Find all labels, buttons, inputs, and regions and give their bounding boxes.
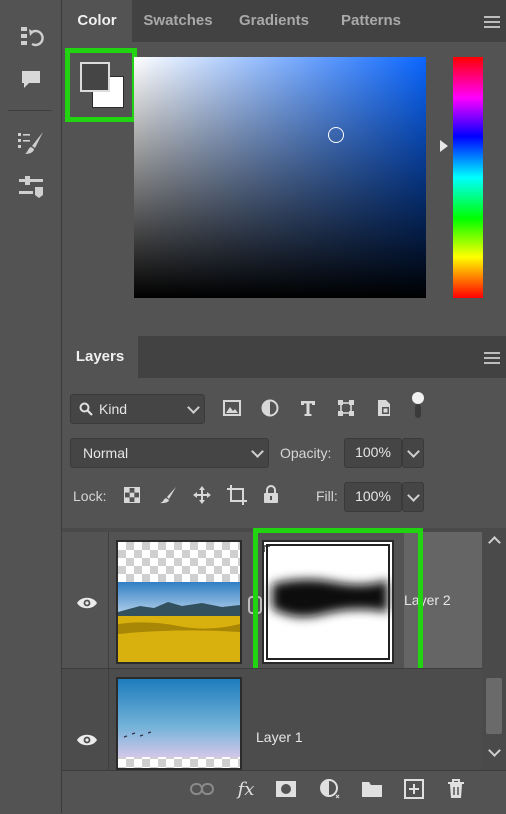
filter-pixel-layer-icon[interactable] bbox=[222, 398, 242, 418]
tool-separator bbox=[8, 110, 52, 111]
layer-row-layer-2[interactable]: Layer 2 bbox=[62, 528, 482, 688]
history-icon[interactable] bbox=[16, 22, 46, 52]
new-layer-icon[interactable] bbox=[402, 778, 426, 800]
group-folder-icon[interactable] bbox=[360, 778, 384, 800]
column-divider bbox=[108, 669, 109, 770]
lock-transparent-pixels-icon[interactable] bbox=[122, 485, 142, 505]
tab-patterns[interactable]: Patterns bbox=[326, 0, 416, 42]
comment-icon[interactable] bbox=[16, 64, 46, 94]
opacity-dropdown-button[interactable] bbox=[402, 438, 424, 468]
blend-mode-value: Normal bbox=[83, 445, 129, 461]
lock-position-icon[interactable] bbox=[192, 485, 212, 505]
eye-icon[interactable] bbox=[76, 733, 98, 747]
right-panel: Color Swatches Gradients Patterns Layers… bbox=[62, 0, 506, 814]
lock-artboard-icon[interactable] bbox=[226, 485, 248, 505]
color-panel-menu-icon[interactable] bbox=[484, 16, 500, 31]
chevron-down-icon bbox=[187, 401, 200, 414]
lock-label: Lock: bbox=[73, 488, 107, 504]
opacity-label: Opacity: bbox=[280, 445, 332, 461]
chevron-down-icon bbox=[251, 445, 264, 458]
brush-settings-icon[interactable] bbox=[16, 128, 46, 158]
layer-row-layer-1[interactable]: Layer 1 bbox=[62, 669, 482, 770]
tab-layers[interactable]: Layers bbox=[62, 336, 138, 378]
layer-1-name[interactable]: Layer 1 bbox=[256, 729, 303, 745]
filter-kind-label: Kind bbox=[99, 401, 128, 417]
layers-panel-tabbar: Layers bbox=[62, 336, 506, 378]
tab-gradients[interactable]: Gradients bbox=[224, 0, 324, 42]
fill-dropdown-button[interactable] bbox=[402, 482, 424, 512]
search-icon bbox=[79, 402, 93, 416]
scrollbar-thumb[interactable] bbox=[486, 678, 502, 734]
scroll-up-icon[interactable] bbox=[488, 536, 501, 549]
lock-all-icon[interactable] bbox=[261, 484, 281, 504]
tab-swatches[interactable]: Swatches bbox=[134, 0, 222, 42]
opacity-input[interactable]: 100% bbox=[344, 438, 402, 468]
filter-shape-layer-icon[interactable] bbox=[336, 398, 356, 418]
add-mask-icon[interactable] bbox=[274, 778, 298, 800]
layer-2-thumbnail[interactable] bbox=[116, 540, 242, 664]
blend-mode-select[interactable]: Normal bbox=[70, 438, 269, 468]
filter-type-layer-icon[interactable] bbox=[298, 398, 318, 418]
filter-smart-object-icon[interactable] bbox=[374, 398, 394, 418]
layers-panel-menu-icon[interactable] bbox=[484, 352, 500, 367]
color-picker-circle[interactable] bbox=[328, 127, 344, 143]
tool-strip bbox=[0, 0, 62, 813]
filter-toggle-switch[interactable] bbox=[412, 392, 424, 422]
filter-adjustment-layer-icon[interactable] bbox=[260, 398, 280, 418]
tab-color[interactable]: Color bbox=[62, 0, 132, 42]
saturation-brightness-field[interactable] bbox=[134, 57, 426, 298]
layers-list: Layer 2 Layer 1 bbox=[62, 528, 482, 770]
trash-icon[interactable] bbox=[444, 778, 468, 800]
hue-slider-pointer[interactable] bbox=[440, 140, 448, 152]
adjustment-sliders-icon[interactable] bbox=[16, 172, 46, 202]
eye-icon[interactable] bbox=[76, 596, 98, 610]
layer-filter-kind-select[interactable]: Kind bbox=[70, 394, 205, 424]
lock-image-pixels-icon[interactable] bbox=[158, 485, 178, 505]
fill-label: Fill: bbox=[316, 488, 338, 504]
foreground-color-swatch[interactable] bbox=[80, 62, 110, 92]
layers-scrollbar[interactable] bbox=[482, 528, 506, 770]
column-divider bbox=[108, 532, 109, 668]
highlight-box-layer-mask bbox=[253, 528, 423, 688]
scroll-down-icon[interactable] bbox=[488, 744, 501, 757]
hue-slider[interactable] bbox=[453, 57, 483, 298]
fx-icon[interactable]: fx bbox=[234, 778, 258, 800]
adjustment-layer-icon[interactable] bbox=[318, 778, 342, 800]
fill-input[interactable]: 100% bbox=[344, 482, 402, 512]
color-panel-tabbar: Color Swatches Gradients Patterns bbox=[62, 0, 506, 42]
chevron-down-icon bbox=[407, 489, 420, 502]
layer-1-thumbnail[interactable] bbox=[116, 677, 242, 770]
link-icon[interactable] bbox=[190, 778, 214, 800]
chevron-down-icon bbox=[407, 445, 420, 458]
